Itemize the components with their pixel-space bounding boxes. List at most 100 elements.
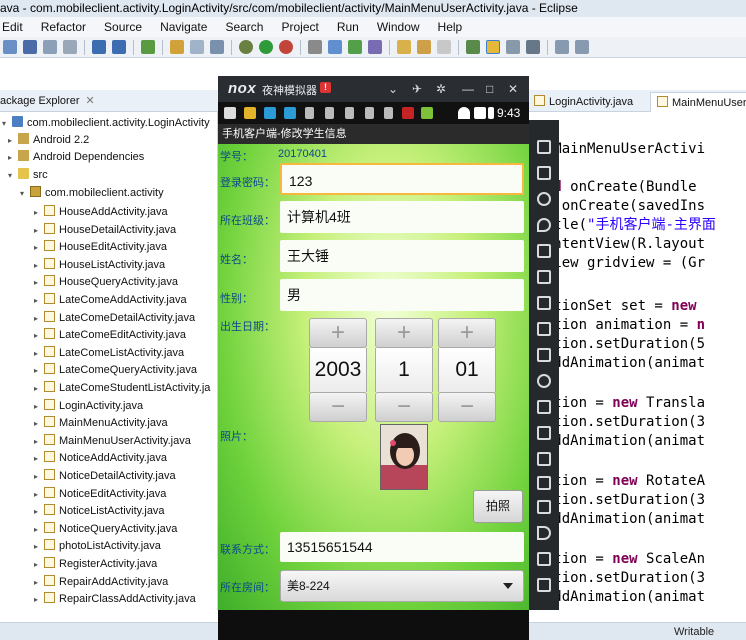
chevron-right-icon[interactable]: ▸ <box>34 415 44 432</box>
tree-item-file[interactable]: ▸ NoticeDetailActivity.java <box>34 468 176 485</box>
tree-item-file[interactable]: ▸ NoticeListActivity.java <box>34 503 165 520</box>
day-value[interactable]: 01 <box>438 348 496 392</box>
tree-item-file[interactable]: ▸ LateComeEditActivity.java <box>34 327 186 344</box>
menu-edit[interactable]: Edit <box>2 20 23 34</box>
year-value[interactable]: 2003 <box>309 348 367 392</box>
month-increment-button[interactable]: + <box>375 318 433 348</box>
menu-refactor[interactable]: Refactor <box>41 20 86 34</box>
download-icon[interactable] <box>92 40 106 54</box>
tree-item-file[interactable]: ▸ LateComeDetailActivity.java <box>34 310 195 327</box>
editor-tab-login[interactable]: LoginActivity.java <box>528 92 639 112</box>
tree-item-file[interactable]: ▸ NoticeQueryActivity.java <box>34 521 177 538</box>
tree-item-project[interactable]: ▾ com.mobileclient.activity.LoginActivity <box>2 115 210 132</box>
tree-item-src[interactable]: ▾ src <box>8 167 48 184</box>
tree-item-file[interactable]: ▸ MainMenuActivity.java <box>34 415 168 432</box>
contact-field[interactable]: 13515651544 <box>280 532 524 562</box>
year-increment-button[interactable]: + <box>309 318 367 348</box>
chevron-right-icon[interactable]: ▸ <box>34 345 44 362</box>
tree-item-android-lib[interactable]: ▸ Android 2.2 <box>8 132 89 149</box>
editor-tab-mainmenuuser[interactable]: MainMenuUserAct <box>650 92 746 112</box>
macro-icon[interactable] <box>537 426 551 440</box>
tree-item-file[interactable]: ▸ LateComeStudentListActivity.ja <box>34 380 210 397</box>
close-icon[interactable]: ✕ <box>508 82 518 96</box>
open-folder-icon[interactable] <box>397 40 411 54</box>
toggle-mark-icon[interactable] <box>486 40 500 54</box>
chevron-right-icon[interactable]: ▸ <box>34 310 44 327</box>
search-tool-icon[interactable] <box>437 40 451 54</box>
tree-item-file[interactable]: ▸ RegisterActivity.java <box>34 556 157 573</box>
tree-item-file[interactable]: ▸ MainMenuUserActivity.java <box>34 433 191 450</box>
menu-run[interactable]: Run <box>337 20 359 34</box>
save-icon[interactable] <box>23 40 37 54</box>
chevron-right-icon[interactable]: ▸ <box>34 362 44 379</box>
debug-icon[interactable] <box>239 40 253 54</box>
show-whitespace-icon[interactable] <box>526 40 540 54</box>
month-value[interactable]: 1 <box>375 348 433 392</box>
chevron-right-icon[interactable]: ▸ <box>34 503 44 520</box>
chevron-right-icon[interactable]: ▸ <box>34 433 44 450</box>
multi-instance-icon[interactable] <box>537 400 551 414</box>
chevron-right-icon[interactable]: ▸ <box>34 292 44 309</box>
close-icon[interactable]: ✕ <box>86 90 95 112</box>
chevron-down-icon[interactable]: ⌄ <box>388 82 398 96</box>
chevron-right-icon[interactable]: ▸ <box>34 556 44 573</box>
phone-icon[interactable] <box>537 140 551 154</box>
chevron-right-icon[interactable]: ▸ <box>34 591 44 608</box>
tree-item-file[interactable]: ▸ photoListActivity.java <box>34 538 161 555</box>
day-increment-button[interactable]: + <box>438 318 496 348</box>
print-icon[interactable] <box>63 40 77 54</box>
year-decrement-button[interactable]: − <box>309 392 367 422</box>
chevron-right-icon[interactable]: ▸ <box>34 380 44 397</box>
menu-source[interactable]: Source <box>104 20 142 34</box>
recent-apps-icon[interactable] <box>537 578 551 592</box>
back-icon[interactable] <box>537 526 551 540</box>
menu-icon[interactable] <box>537 500 551 514</box>
tree-item-file[interactable]: ▸ HouseAddActivity.java <box>34 204 168 221</box>
chevron-right-icon[interactable]: ▸ <box>34 274 44 291</box>
back-icon[interactable] <box>555 40 569 54</box>
build-icon[interactable] <box>190 40 204 54</box>
new-class-icon[interactable] <box>368 40 382 54</box>
chevron-right-icon[interactable]: ▸ <box>34 222 44 239</box>
settings-icon[interactable]: ✲ <box>436 82 446 96</box>
class-field[interactable]: 计算机4班 <box>280 201 524 233</box>
checklist-icon[interactable] <box>141 40 155 54</box>
annotation-icon[interactable] <box>466 40 480 54</box>
volume-down-icon[interactable] <box>537 322 551 336</box>
chevron-right-icon[interactable]: ▸ <box>34 450 44 467</box>
chevron-right-icon[interactable]: ▸ <box>34 574 44 591</box>
chevron-right-icon[interactable]: ▸ <box>34 257 44 274</box>
chevron-down-icon[interactable]: ▾ <box>20 185 30 202</box>
new-icon[interactable] <box>3 40 17 54</box>
room-select[interactable]: 美8-224 <box>280 570 524 602</box>
screen-icon[interactable] <box>537 244 551 258</box>
terminal-icon[interactable] <box>210 40 224 54</box>
menu-window[interactable]: Window <box>377 20 420 34</box>
keyboard-icon[interactable] <box>537 166 551 180</box>
chevron-right-icon[interactable]: ▸ <box>8 149 18 166</box>
sdk-manager-icon[interactable] <box>112 40 126 54</box>
tree-item-file[interactable]: ▸ HouseEditActivity.java <box>34 239 167 256</box>
password-field[interactable]: 123 <box>280 163 524 195</box>
chevron-right-icon[interactable]: ▸ <box>34 327 44 344</box>
tree-item-file[interactable]: ▸ LateComeListActivity.java <box>34 345 184 362</box>
home-icon[interactable] <box>537 552 551 566</box>
chevron-right-icon[interactable]: ▸ <box>34 521 44 538</box>
chevron-down-icon[interactable]: ▾ <box>8 167 18 184</box>
scissors-icon[interactable] <box>537 192 551 206</box>
pin-icon[interactable] <box>308 40 322 54</box>
notification-badge[interactable]: ! <box>320 82 331 93</box>
location-icon[interactable] <box>537 218 551 232</box>
chevron-right-icon[interactable]: ▸ <box>34 398 44 415</box>
grid-icon[interactable] <box>328 40 342 54</box>
tree-item-file[interactable]: ▸ LoginActivity.java <box>34 398 143 415</box>
tree-item-file[interactable]: ▸ NoticeAddActivity.java <box>34 450 167 467</box>
install-apk-icon[interactable] <box>537 348 551 362</box>
chevron-down-icon[interactable]: ▾ <box>2 115 12 132</box>
maximize-icon[interactable]: □ <box>486 82 493 96</box>
tree-item-file[interactable]: ▸ RepairClassAddActivity.java <box>34 591 196 608</box>
chevron-right-icon[interactable]: ▸ <box>34 538 44 555</box>
chevron-right-icon[interactable]: ▸ <box>34 239 44 256</box>
tree-item-file[interactable]: ▸ HouseListActivity.java <box>34 257 165 274</box>
month-decrement-button[interactable]: − <box>375 392 433 422</box>
